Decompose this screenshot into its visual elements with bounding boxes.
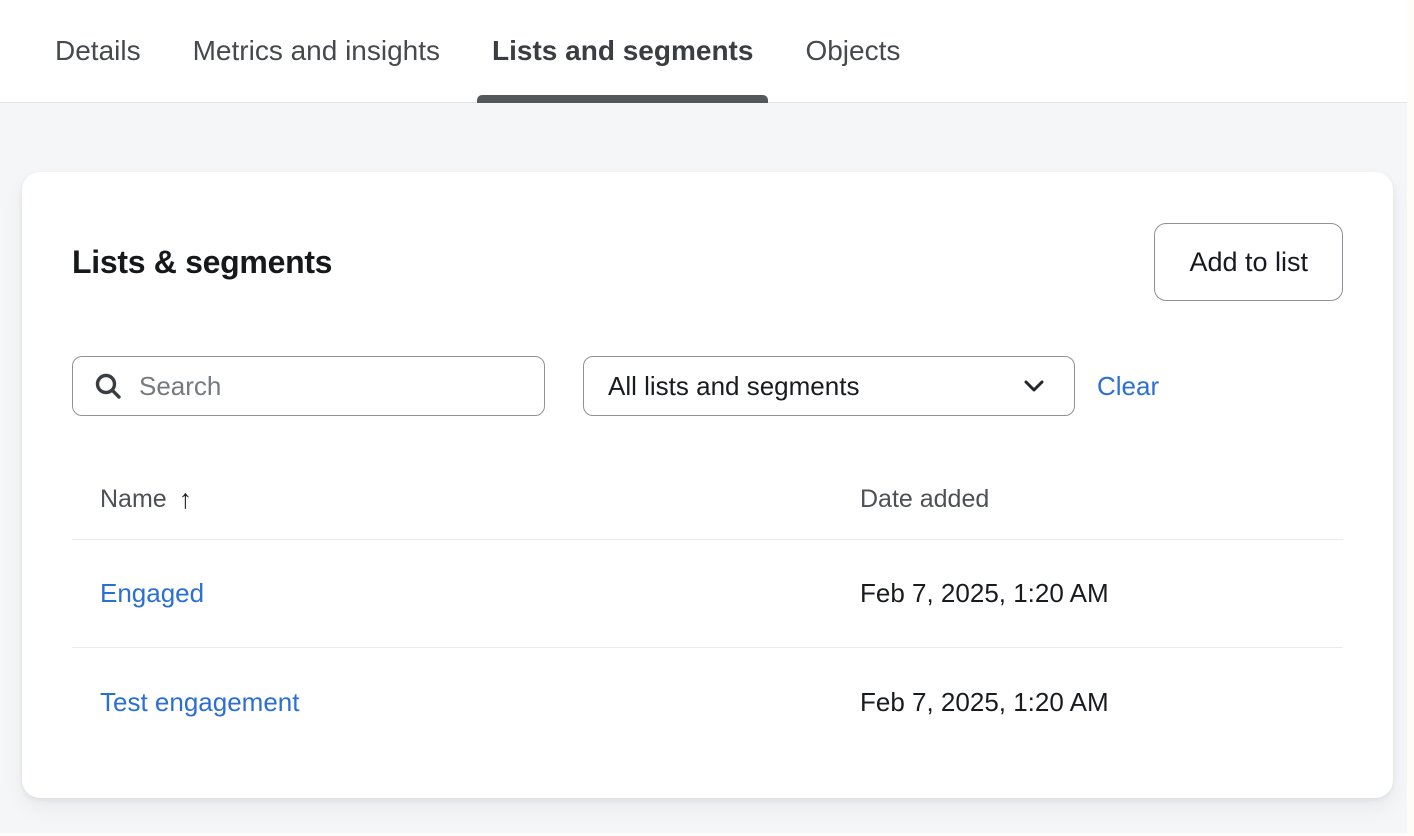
- tab-details[interactable]: Details: [40, 0, 156, 102]
- lists-segments-table: Name ↑ Date added Engaged Feb 7, 2025, 1…: [72, 460, 1343, 756]
- column-header-date-added: Date added: [860, 485, 1343, 514]
- page-title: Lists & segments: [72, 244, 332, 281]
- lists-filter-dropdown[interactable]: All lists and segments: [583, 356, 1075, 416]
- table-header-row: Name ↑ Date added: [72, 460, 1343, 540]
- search-input[interactable]: [139, 371, 524, 402]
- sort-ascending-icon: ↑: [179, 484, 193, 515]
- dropdown-selected-value: All lists and segments: [608, 371, 859, 402]
- name-header-label: Name: [100, 485, 167, 514]
- column-header-name[interactable]: Name ↑: [100, 484, 860, 515]
- table-row: Engaged Feb 7, 2025, 1:20 AM: [72, 540, 1343, 648]
- tab-bar: Details Metrics and insights Lists and s…: [0, 0, 1407, 103]
- tab-metrics-and-insights[interactable]: Metrics and insights: [178, 0, 455, 102]
- search-box[interactable]: [72, 356, 545, 416]
- date-added-value: Feb 7, 2025, 1:20 AM: [860, 578, 1343, 609]
- card-header: Lists & segments Add to list: [72, 223, 1343, 301]
- lists-segments-card: Lists & segments Add to list All lists a…: [22, 172, 1393, 798]
- chevron-down-icon: [1018, 370, 1050, 402]
- tab-lists-and-segments[interactable]: Lists and segments: [477, 0, 768, 102]
- search-icon: [93, 371, 123, 401]
- list-link-test-engagement[interactable]: Test engagement: [100, 687, 299, 718]
- tab-objects[interactable]: Objects: [790, 0, 915, 102]
- table-row: Test engagement Feb 7, 2025, 1:20 AM: [72, 648, 1343, 756]
- add-to-list-button[interactable]: Add to list: [1154, 223, 1343, 301]
- date-added-value: Feb 7, 2025, 1:20 AM: [860, 687, 1343, 718]
- page-background: Details Metrics and insights Lists and s…: [0, 0, 1407, 836]
- clear-filters-link[interactable]: Clear: [1097, 371, 1159, 402]
- filter-controls: All lists and segments Clear: [72, 356, 1343, 416]
- list-link-engaged[interactable]: Engaged: [100, 578, 204, 609]
